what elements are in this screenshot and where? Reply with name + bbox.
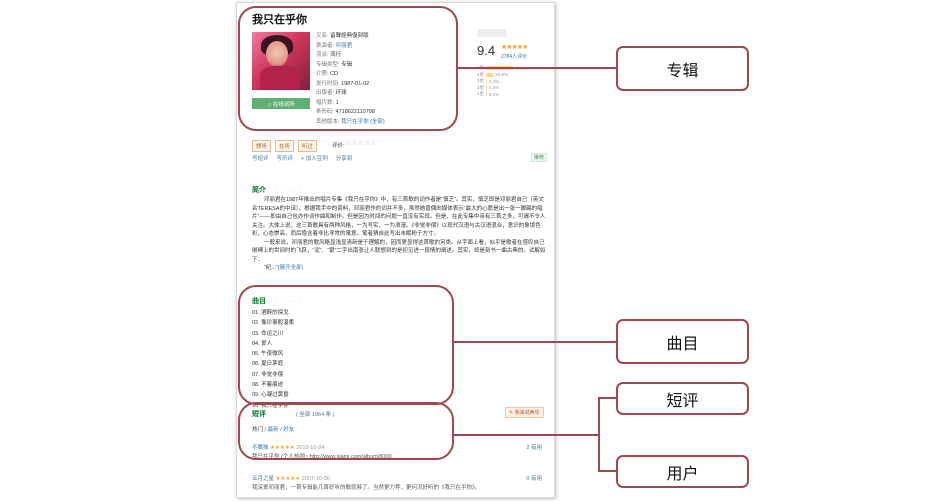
tracks-callout: 曲目 <box>616 319 749 364</box>
action-link[interactable]: 写乐评 <box>277 154 294 162</box>
dist-percent: 0.0% <box>489 85 500 91</box>
rating-votes[interactable]: 2784人评价 <box>501 53 527 60</box>
dist-bar <box>486 92 488 97</box>
dist-label: 3星 <box>477 78 485 84</box>
album-connector <box>458 67 618 69</box>
review-item: 五月之星 ★★★★★ 2007-10-30 0 有用 我深爱邓丽君，一首专辑能几… <box>252 475 547 493</box>
rate-label: 评价: <box>332 143 345 149</box>
bracket-bottom <box>598 470 618 472</box>
recommend-button[interactable]: 推荐 <box>531 153 548 162</box>
useful-button[interactable]: 0 有用 <box>526 475 542 484</box>
short-reviews-callout: 短评 <box>616 382 749 415</box>
review-user[interactable]: 五月之星 <box>252 476 274 482</box>
tracks-highlight-oval <box>238 285 454 405</box>
dist-label: 4星 <box>477 71 485 77</box>
album-callout: 专辑 <box>616 46 749 91</box>
status-tag[interactable]: 想听 <box>252 140 272 152</box>
useful-button[interactable]: 2 有用 <box>526 444 542 453</box>
reviews-highlight-oval <box>238 402 454 460</box>
rating-score: 9.4 <box>477 43 496 58</box>
rating-dist-row: 1星 0.1% <box>477 91 549 98</box>
action-link[interactable]: + 加入豆列 <box>301 154 328 162</box>
action-links: 写短评 写乐评 + 加入豆列 分享到 <box>252 154 352 162</box>
rating-header <box>477 29 507 37</box>
rating-stars: ★★★★★ <box>501 44 528 51</box>
rating-distribution: 5星77.1%4星20.5%3星2.4%2星0.0%1星0.1% <box>477 65 549 98</box>
dist-label: 2星 <box>477 84 485 90</box>
intro-heading: 简介 · · · · · · <box>252 187 303 194</box>
status-tag[interactable]: 在听 <box>275 140 295 152</box>
reviews-connector <box>454 434 598 436</box>
album-highlight-oval <box>238 6 458 131</box>
intro-text: 邓丽君在1987年推出的唱片专集《我只在乎你》中，有三首歌的词作者是“慎芝”。其… <box>252 197 546 271</box>
status-tag[interactable]: 听过 <box>298 140 318 152</box>
users-callout: 用户 <box>616 455 749 488</box>
dist-bar <box>486 85 488 90</box>
rating-panel: 9.4 ★★★★★ 2784人评价 5星77.1%4星20.5%3星2.4%2星… <box>477 29 549 101</box>
action-link[interactable]: 写短评 <box>252 154 269 162</box>
action-link[interactable]: 分享到 <box>336 154 353 162</box>
bracket-vertical <box>598 397 600 472</box>
rate-stars-input[interactable]: ☆☆☆☆☆ <box>345 139 376 147</box>
review-text: 我深爱邓丽君，一首专辑能几首好听的歌就够了。当然更力荐，更何况好听的《我只在乎你… <box>252 485 481 491</box>
dist-percent: 0.1% <box>489 91 500 97</box>
dist-bar <box>486 72 494 77</box>
dist-label: 1星 <box>477 91 485 97</box>
dist-percent: 20.5% <box>495 72 508 78</box>
dist-bar <box>486 79 488 84</box>
write-review-button[interactable]: ✎ 我来说两句 <box>505 407 544 418</box>
review-stars: ★★★★★ <box>275 476 301 482</box>
tracks-connector <box>454 341 618 343</box>
dist-percent: 2.4% <box>489 78 500 84</box>
expand-intro-link[interactable]: (展开全部) <box>278 265 304 271</box>
status-tags: 想听 在听 听过 <box>252 140 318 152</box>
review-date: 2007-10-30 <box>301 476 330 482</box>
bracket-top <box>598 397 618 399</box>
